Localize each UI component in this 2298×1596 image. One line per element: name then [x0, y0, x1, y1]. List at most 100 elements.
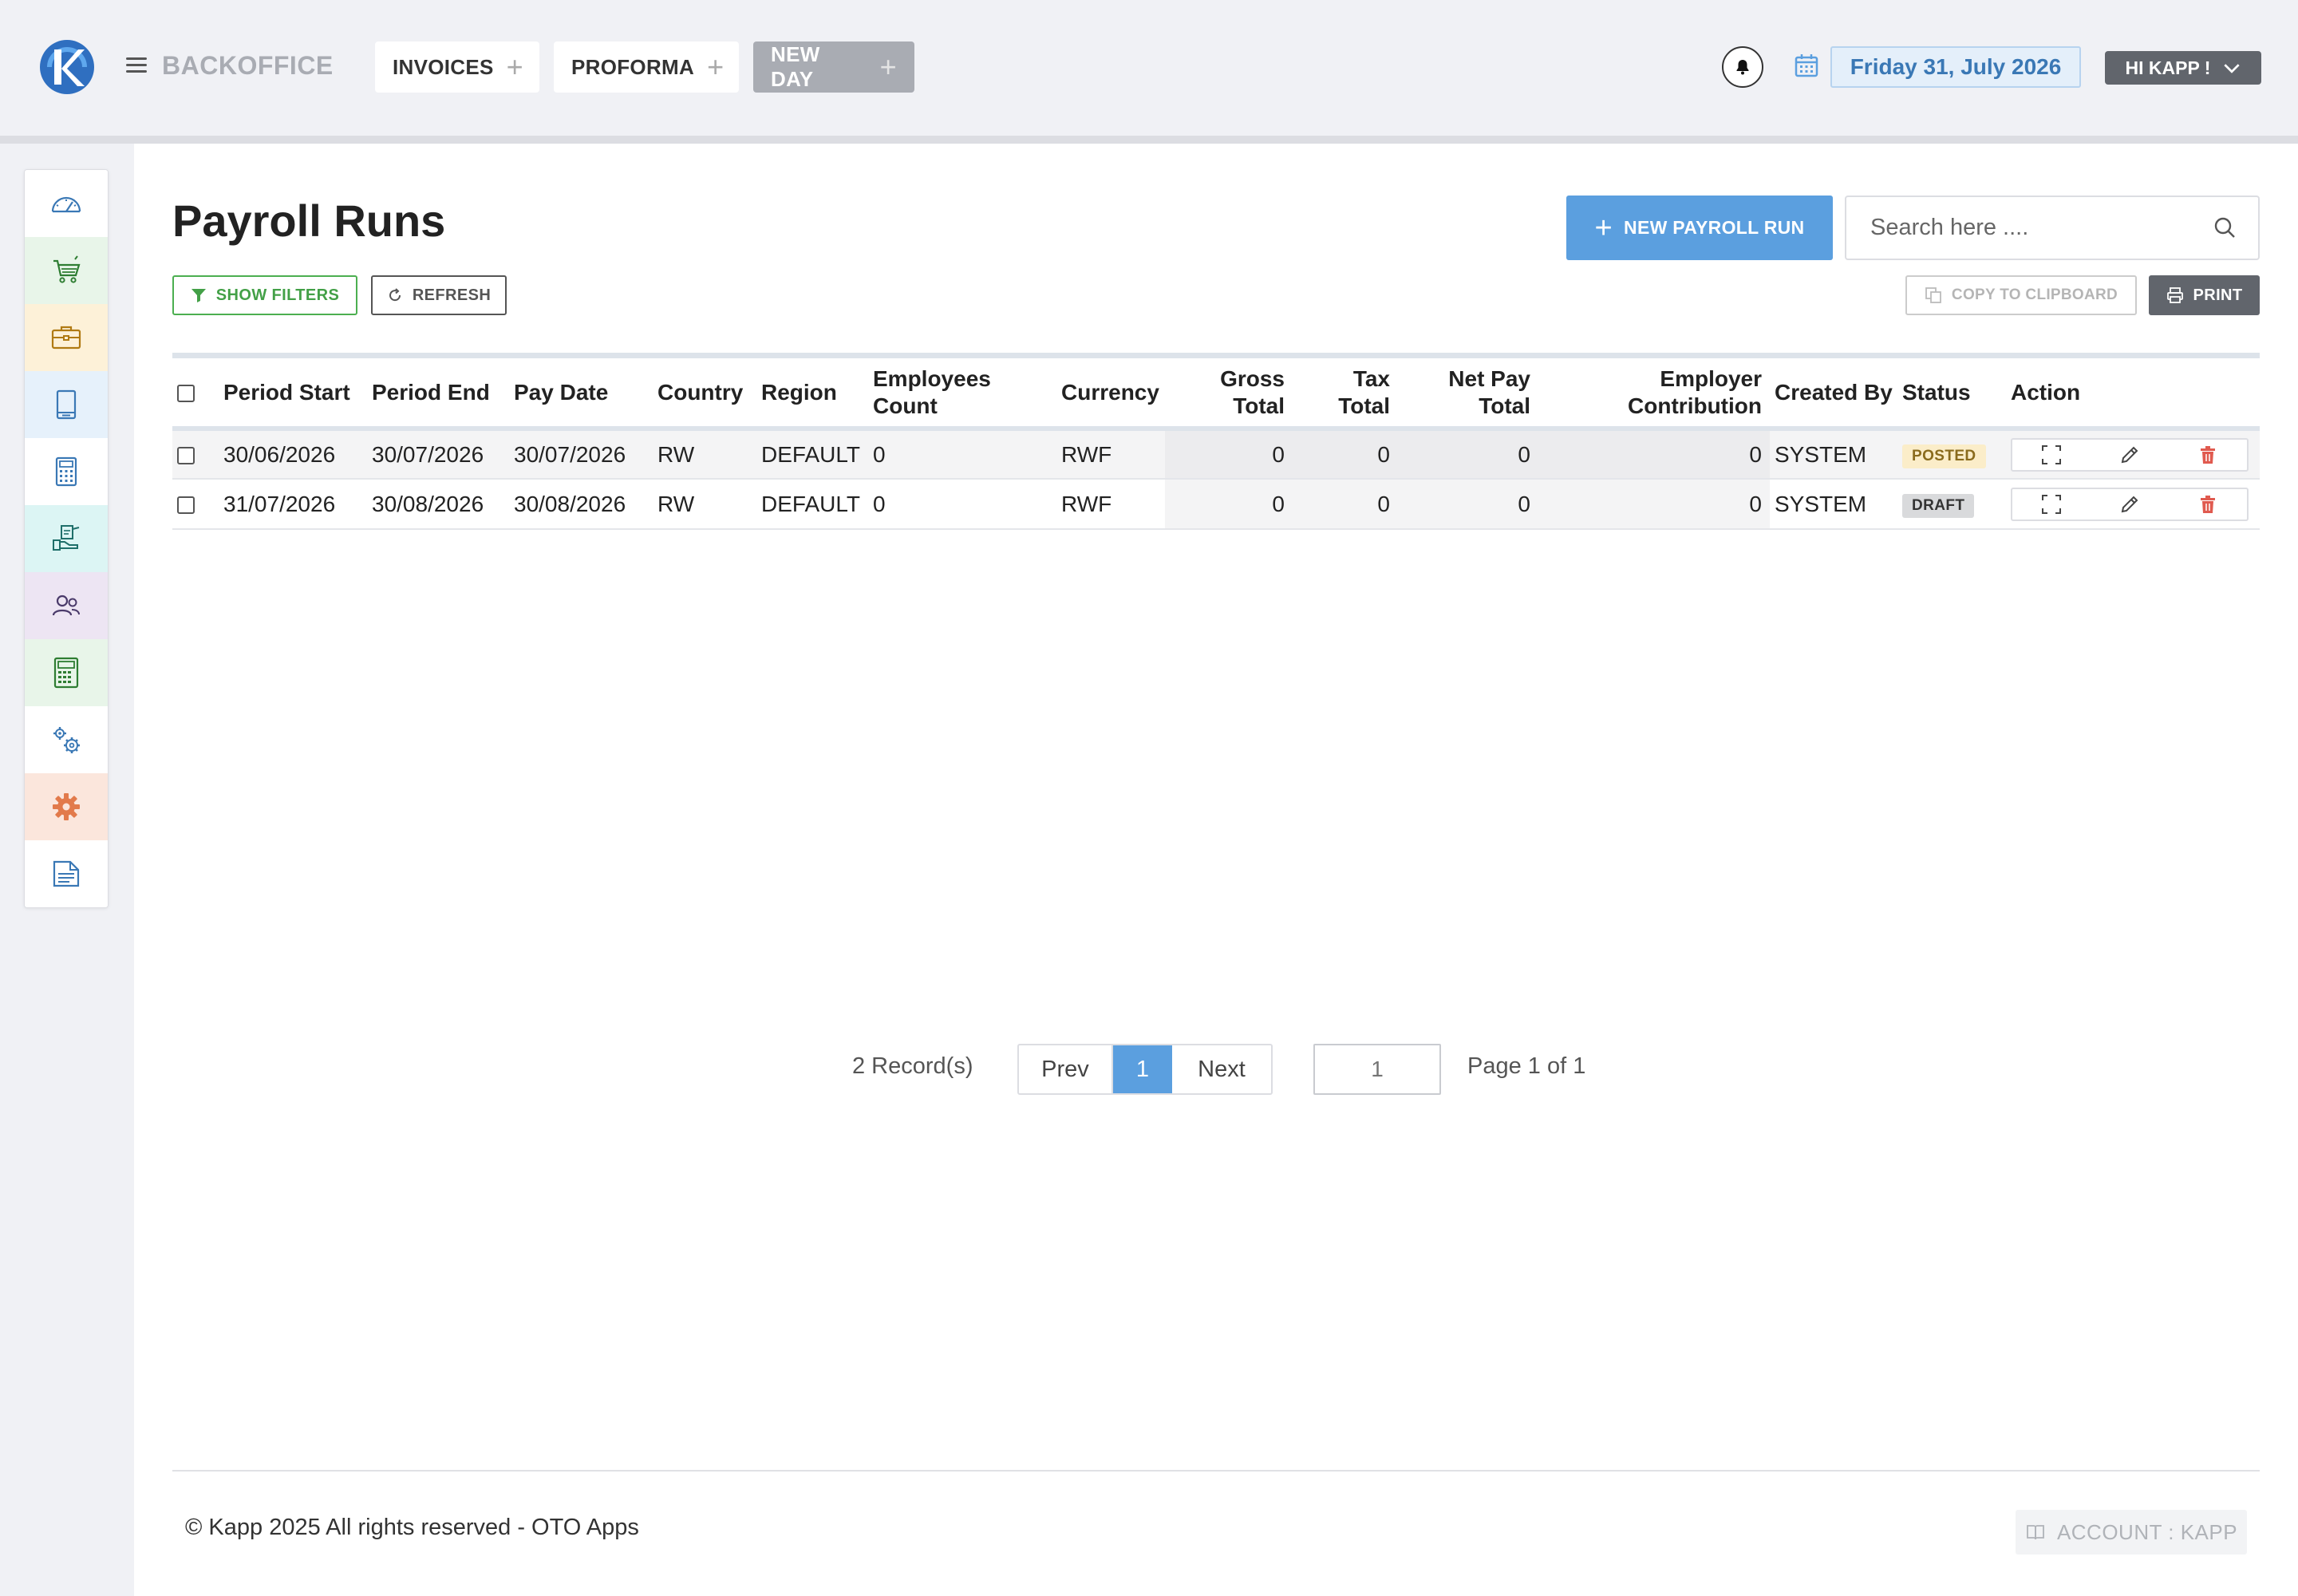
- col-currency[interactable]: Currency: [1056, 358, 1165, 431]
- hand-cheque-icon: [53, 525, 80, 551]
- col-employer-contribution[interactable]: Employer Contribution: [1538, 358, 1770, 431]
- page-jump-input[interactable]: [1313, 1044, 1441, 1095]
- sidebar-item-payments[interactable]: [25, 505, 108, 572]
- user-menu-button[interactable]: HI KAPP !: [2105, 51, 2261, 85]
- current-date[interactable]: Friday 31, July 2026: [1830, 46, 2081, 88]
- cell-gross-total: 0: [1165, 479, 1293, 530]
- accounting-calculator-icon: [53, 657, 79, 689]
- col-status[interactable]: Status: [1897, 358, 2006, 431]
- edit-button[interactable]: [2091, 440, 2169, 470]
- cell-actions: [2006, 479, 2260, 530]
- sidebar-item-calculator[interactable]: [25, 438, 108, 505]
- select-all-checkbox[interactable]: [177, 385, 195, 403]
- search-icon[interactable]: [2212, 215, 2237, 240]
- cell-period-start: 30/06/2026: [219, 429, 367, 480]
- sidebar-item-reports[interactable]: [25, 840, 108, 907]
- menu-toggle-icon[interactable]: [126, 57, 147, 73]
- tab-new-day[interactable]: NEW DAY +: [753, 41, 914, 93]
- sidebar: [24, 169, 109, 908]
- sidebar-item-projects[interactable]: [25, 304, 108, 371]
- cell-status: POSTED: [1897, 429, 2006, 480]
- bell-icon: [1736, 60, 1749, 75]
- dashboard-gauge-icon: [51, 196, 81, 213]
- row-checkbox[interactable]: [177, 496, 195, 515]
- cell-region: DEFAULT: [756, 429, 868, 480]
- cell-employer-contribution: 0: [1538, 479, 1770, 530]
- users-icon: [52, 595, 80, 616]
- cell-pay-date: 30/08/2026: [509, 479, 653, 530]
- page-title: Payroll Runs: [172, 196, 446, 246]
- col-net-pay-total[interactable]: Net Pay Total: [1398, 358, 1538, 431]
- cell-tax-total: 0: [1293, 479, 1398, 530]
- col-created-by[interactable]: Created By: [1770, 358, 1897, 431]
- cell-status: DRAFT: [1897, 479, 2006, 530]
- col-period-start[interactable]: Period Start: [219, 358, 367, 431]
- plus-icon[interactable]: +: [880, 53, 897, 81]
- cell-region: DEFAULT: [756, 479, 868, 530]
- col-tax-total[interactable]: Tax Total: [1293, 358, 1398, 431]
- sidebar-item-ledger[interactable]: [25, 371, 108, 438]
- notifications-button[interactable]: [1722, 46, 1763, 88]
- print-button[interactable]: PRINT: [2149, 275, 2260, 315]
- delete-button[interactable]: [2169, 440, 2247, 470]
- settings-gear-icon: [53, 793, 80, 820]
- status-badge: POSTED: [1902, 444, 1986, 468]
- new-payroll-run-button[interactable]: + NEW PAYROLL RUN: [1566, 196, 1833, 260]
- cell-period-start: 31/07/2026: [219, 479, 367, 530]
- col-employees-count[interactable]: Employees Count: [868, 358, 1056, 431]
- sidebar-item-settings[interactable]: [25, 773, 108, 840]
- brand-title: BACKOFFICE: [162, 51, 334, 80]
- cell-actions: [2006, 429, 2260, 480]
- cell-employer-contribution: 0: [1538, 429, 1770, 480]
- show-filters-label: SHOW FILTERS: [215, 286, 340, 304]
- prev-page-button[interactable]: Prev: [1019, 1045, 1113, 1093]
- plus-icon[interactable]: +: [507, 53, 523, 81]
- col-action: Action: [2006, 358, 2260, 431]
- page-number-current[interactable]: 1: [1113, 1045, 1172, 1093]
- search-box: [1845, 196, 2260, 260]
- account-badge: ACCOUNT : KAPP: [2016, 1510, 2247, 1555]
- show-filters-button[interactable]: SHOW FILTERS: [172, 275, 357, 315]
- copy-to-clipboard-button[interactable]: COPY TO CLIPBOARD: [1905, 275, 2137, 315]
- user-greeting: HI KAPP !: [2125, 57, 2211, 78]
- tab-proforma[interactable]: PROFORMA +: [554, 41, 739, 93]
- printer-icon: [2166, 287, 2183, 303]
- expand-button[interactable]: [2012, 489, 2091, 519]
- expand-icon: [2042, 444, 2061, 464]
- briefcase-icon: [51, 326, 81, 350]
- next-page-button[interactable]: Next: [1172, 1045, 1271, 1093]
- copy-icon: [1925, 287, 1941, 303]
- cell-currency: RWF: [1056, 429, 1165, 480]
- tab-invoices[interactable]: INVOICES +: [375, 41, 539, 93]
- cell-pay-date: 30/07/2026: [509, 429, 653, 480]
- refresh-button[interactable]: REFRESH: [371, 275, 507, 315]
- table-row[interactable]: 31/07/2026 30/08/2026 30/08/2026 RW DEFA…: [172, 479, 2260, 530]
- col-region[interactable]: Region: [756, 358, 868, 431]
- col-pay-date[interactable]: Pay Date: [509, 358, 653, 431]
- select-all-cell: [172, 358, 219, 431]
- tab-new-day-label: NEW DAY: [771, 42, 820, 91]
- delete-button[interactable]: [2169, 489, 2247, 519]
- kapp-logo-icon[interactable]: [38, 38, 96, 96]
- row-actions: [2011, 437, 2249, 472]
- cell-created-by: SYSTEM: [1770, 429, 1897, 480]
- pencil-icon: [2121, 496, 2138, 512]
- edit-button[interactable]: [2091, 489, 2169, 519]
- sidebar-item-employees[interactable]: [25, 572, 108, 639]
- sidebar-item-accounting[interactable]: [25, 639, 108, 706]
- row-checkbox[interactable]: [177, 447, 195, 465]
- status-badge: DRAFT: [1902, 494, 1975, 518]
- sidebar-item-sales[interactable]: [25, 237, 108, 304]
- cell-currency: RWF: [1056, 479, 1165, 530]
- cell-country: RW: [653, 479, 756, 530]
- plus-icon[interactable]: +: [707, 53, 724, 81]
- col-gross-total[interactable]: Gross Total: [1165, 358, 1293, 431]
- table-row[interactable]: 30/06/2026 30/07/2026 30/07/2026 RW DEFA…: [172, 429, 2260, 480]
- col-country[interactable]: Country: [653, 358, 756, 431]
- sidebar-item-dashboard[interactable]: [25, 170, 108, 237]
- expand-button[interactable]: [2012, 440, 2091, 470]
- search-input[interactable]: [1846, 197, 2205, 259]
- record-count: 2 Record(s): [852, 1053, 973, 1079]
- sidebar-item-configuration[interactable]: [25, 706, 108, 773]
- col-period-end[interactable]: Period End: [367, 358, 509, 431]
